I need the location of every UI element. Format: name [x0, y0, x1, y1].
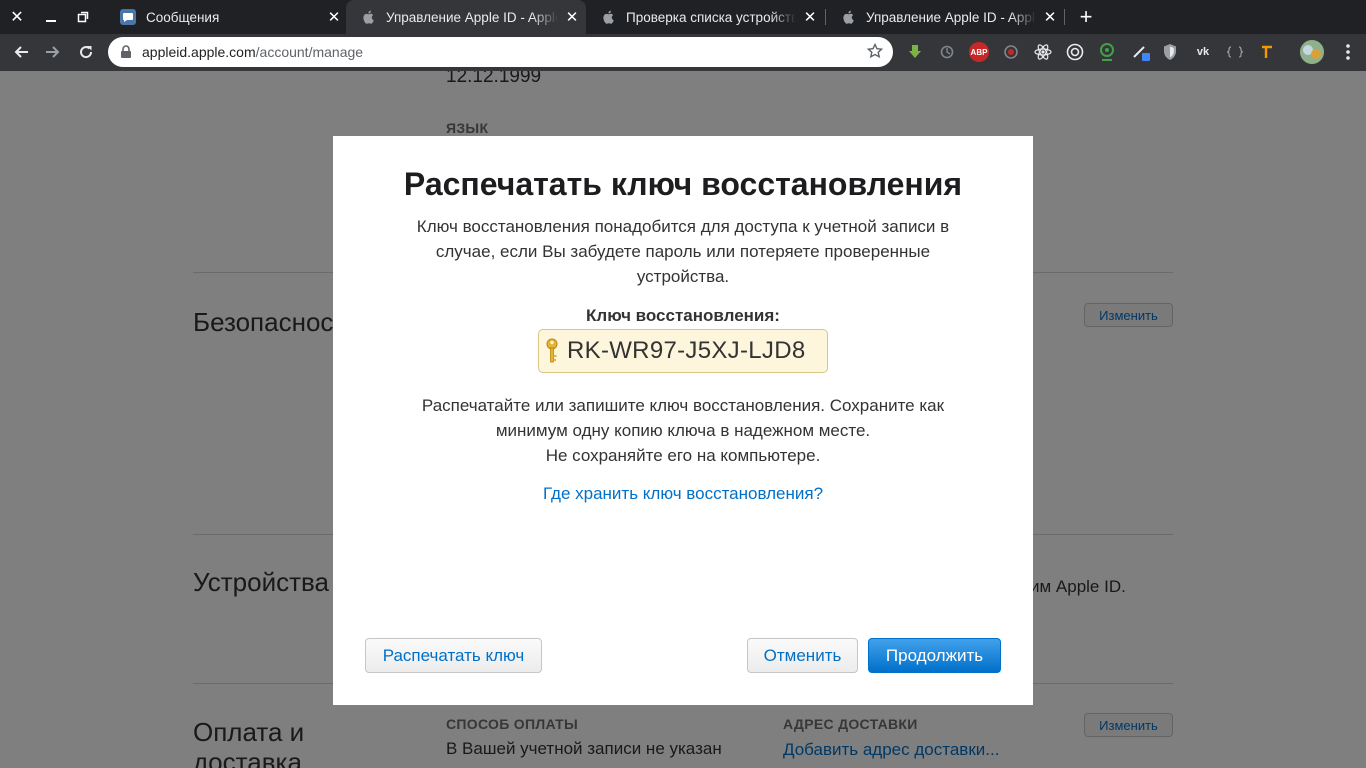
description-line: устройства.: [636, 267, 730, 286]
dialog-title: Распечатать ключ восстановления: [403, 166, 963, 202]
tab-title: Управление Apple ID - Apple: [866, 9, 1036, 25]
dialog-description: Ключ восстановления понадобится для дост…: [403, 214, 963, 289]
tab-separator: [1064, 9, 1065, 25]
tab-device-check[interactable]: Проверка списка устройств ✕: [586, 0, 824, 34]
url-text: appleid.apple.com/account/manage: [142, 44, 363, 60]
note-line: минимум одну копию ключа в надежном мест…: [495, 421, 871, 440]
recovery-key-label: Ключ восстановления:: [586, 306, 780, 325]
browser-toolbar: appleid.apple.com/account/manage ABP vk: [0, 34, 1366, 71]
recovery-key-dialog: Распечатать ключ восстановления Ключ вос…: [333, 136, 1033, 705]
bookmark-star-icon[interactable]: [866, 42, 884, 64]
forward-arrow-icon[interactable]: [37, 36, 69, 68]
close-tab-icon[interactable]: ✕: [320, 8, 348, 26]
color-picker-icon[interactable]: [1131, 42, 1151, 62]
reload-icon[interactable]: [70, 36, 102, 68]
where-to-store-key-link: Где хранить ключ восстановления?: [333, 484, 1033, 504]
close-tab-icon[interactable]: ✕: [558, 8, 586, 26]
menu-dots-icon[interactable]: [1338, 42, 1358, 62]
adblock-plus-icon[interactable]: ABP: [969, 42, 989, 62]
recovery-key-value: RK-WR97-J5XJ-LJD8: [567, 337, 806, 364]
cancel-button[interactable]: Отменить: [747, 638, 858, 673]
tab-title: Проверка списка устройств: [626, 9, 796, 25]
sync-extension-icon[interactable]: [937, 42, 957, 62]
tab-apple-id-manage[interactable]: Управление Apple ID - Apple ✕: [346, 0, 586, 34]
tool-extension-icon[interactable]: [1257, 42, 1277, 62]
help-link-text[interactable]: Где хранить ключ восстановления?: [543, 484, 823, 503]
description-line: Ключ восстановления понадобится для дост…: [416, 217, 950, 236]
apple-logo-icon: [360, 9, 376, 25]
react-devtools-icon[interactable]: [1033, 42, 1053, 62]
apple-logo-icon: [840, 9, 856, 25]
tab-bar: ✕ Сообщения ✕ Управление Apple ID - Appl…: [0, 0, 1366, 34]
url-host: appleid.apple.com: [142, 44, 256, 60]
restore-window-icon[interactable]: [67, 0, 99, 34]
json-extension-icon[interactable]: [1225, 42, 1245, 62]
target-extension-icon[interactable]: [1065, 42, 1085, 62]
close-tab-icon[interactable]: ✕: [1036, 8, 1064, 26]
shield-extension-icon[interactable]: [1160, 42, 1180, 62]
description-line: случае, если Вы забудете пароль или поте…: [435, 242, 931, 261]
close-tab-icon[interactable]: ✕: [796, 8, 824, 26]
lock-icon[interactable]: [120, 45, 134, 59]
print-key-button[interactable]: Распечатать ключ: [365, 638, 542, 673]
back-arrow-icon[interactable]: [5, 36, 37, 68]
abp-label: ABP: [970, 47, 988, 57]
download-extension-icon[interactable]: [905, 42, 925, 62]
key-icon: [545, 338, 561, 364]
messages-icon: [120, 9, 136, 25]
tab-apple-id-manage-2[interactable]: Управление Apple ID - Apple ✕: [826, 0, 1064, 34]
record-extension-icon[interactable]: [1001, 42, 1021, 62]
note-line: Распечатайте или запишите ключ восстанов…: [421, 396, 945, 415]
tab-title: Сообщения: [146, 9, 220, 25]
new-tab-plus-icon[interactable]: +: [1072, 0, 1100, 34]
apple-logo-icon: [600, 9, 616, 25]
webcam-extension-icon[interactable]: [1097, 42, 1117, 62]
continue-button[interactable]: Продолжить: [868, 638, 1001, 673]
note-line: Не сохраняйте его на компьютере.: [545, 446, 821, 465]
profile-avatar[interactable]: [1300, 40, 1324, 64]
close-window-icon[interactable]: ✕: [1, 0, 33, 34]
url-path: /account/manage: [255, 44, 364, 60]
tab-messages[interactable]: Сообщения ✕: [106, 0, 348, 34]
minimize-window-icon[interactable]: [35, 0, 67, 34]
address-bar[interactable]: appleid.apple.com/account/manage: [108, 37, 893, 67]
page-content: 12.12.1999 ЯЗЫК Безопасность Изменить Ус…: [0, 71, 1366, 768]
vk-extension-icon[interactable]: vk: [1193, 42, 1213, 62]
recovery-key-box: RK-WR97-J5XJ-LJD8: [538, 329, 828, 373]
dialog-note: Распечатайте или запишите ключ восстанов…: [403, 393, 963, 468]
vk-label: vk: [1196, 46, 1210, 58]
tab-title: Управление Apple ID - Apple: [386, 9, 558, 25]
